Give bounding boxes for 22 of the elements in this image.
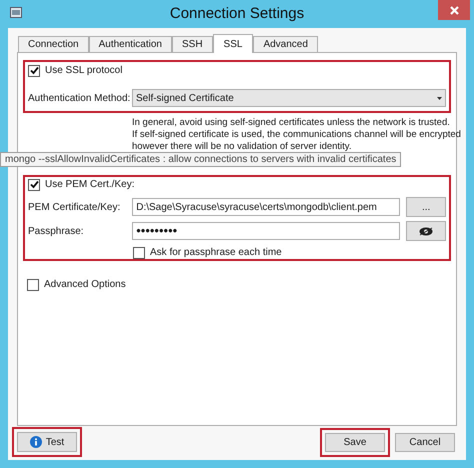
tab[interactable]: SSH [172, 36, 213, 52]
checkbox-label: Ask for passphrase each time [150, 246, 282, 260]
checkbox-label: Use PEM Cert./Key: [45, 178, 134, 192]
authentication-method-dropdown[interactable]: Self-signed Certificate [132, 89, 446, 107]
tab[interactable]: Connection [18, 36, 89, 52]
window-title: Connection Settings [170, 4, 304, 24]
save-button[interactable]: Save [325, 432, 385, 452]
tooltip: mongo --sslAllowInvalidCertificates : allow connections to servers with invalid certificates [0, 152, 402, 167]
input-field[interactable]: D:\Sage\Syracuse\syracuse\certs\mongodb\client.pem [132, 198, 400, 216]
field-label: Passphrase: [28, 224, 85, 238]
browse-button[interactable]: ... [406, 197, 446, 217]
tab[interactable]: Authentication [88, 36, 172, 52]
test-button[interactable]: Test [17, 432, 77, 452]
checkbox-label: Use SSL protocol [45, 64, 122, 78]
tab[interactable]: Advanced [253, 36, 318, 52]
field-label: Authentication Method: [28, 92, 132, 106]
help-text: In general, avoid using self-signed certificates unless the network is trusted. If self-signed certificate is used, the communications channel will be encrypted however there will be no validation of server identity. [132, 117, 461, 153]
checkbox-label: Advanced Options [44, 278, 126, 292]
tab[interactable]: SSL [212, 34, 254, 53]
cancel-button[interactable]: Cancel [395, 432, 455, 452]
field-label: PEM Certificate/Key: [28, 200, 122, 214]
input-field[interactable]: ••••••••• [132, 222, 400, 240]
